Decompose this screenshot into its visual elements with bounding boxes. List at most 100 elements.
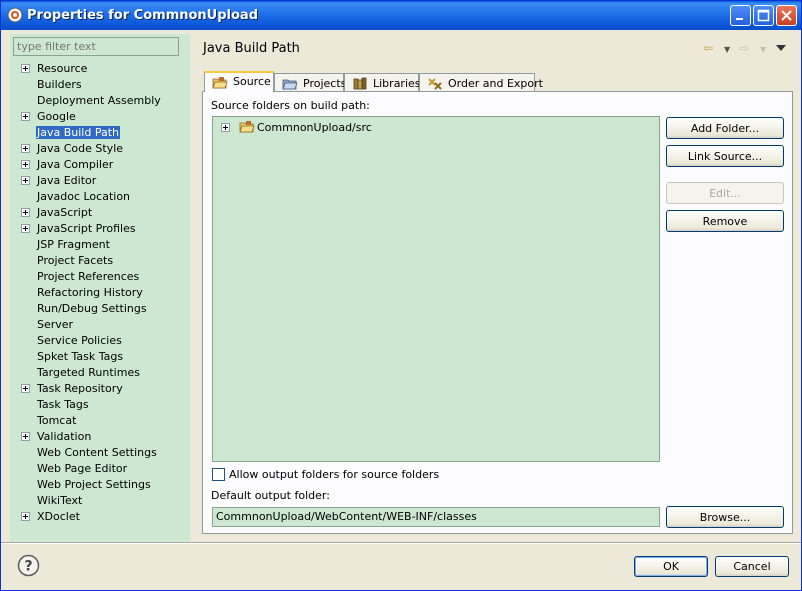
- allow-output-folders-label: Allow output folders for source folders: [229, 468, 440, 481]
- tree-item[interactable]: Web Project Settings: [10, 477, 190, 493]
- expand-toggle-icon[interactable]: [21, 112, 30, 121]
- browse-button[interactable]: Browse...: [666, 506, 784, 528]
- tree-item[interactable]: XDoclet: [10, 509, 190, 525]
- ok-button[interactable]: OK: [634, 556, 708, 577]
- tree-item-label: Resource: [37, 62, 88, 75]
- expand-toggle-icon[interactable]: [21, 384, 30, 393]
- tree-item-label: Deployment Assembly: [37, 94, 161, 107]
- tree-item[interactable]: Run/Debug Settings: [10, 301, 190, 317]
- tree-item[interactable]: JavaScript Profiles: [10, 221, 190, 237]
- tab-source-label: Source: [233, 75, 271, 88]
- tree-item-label: Run/Debug Settings: [37, 302, 147, 315]
- tree-item[interactable]: Refactoring History: [10, 285, 190, 301]
- default-output-folder-field[interactable]: CommnonUpload/WebContent/WEB-INF/classes: [212, 507, 660, 527]
- expand-toggle-icon[interactable]: [21, 144, 30, 153]
- maximize-button[interactable]: [753, 5, 774, 26]
- tree-item[interactable]: Targeted Runtimes: [10, 365, 190, 381]
- link-source-button[interactable]: Link Source...: [666, 145, 784, 167]
- tree-item[interactable]: Google: [10, 109, 190, 125]
- tab-projects[interactable]: Projects: [274, 73, 347, 92]
- tree-item[interactable]: Deployment Assembly: [10, 93, 190, 109]
- tree-item[interactable]: Validation: [10, 429, 190, 445]
- tree-item[interactable]: WikiText: [10, 493, 190, 509]
- footer-divider: [1, 542, 801, 544]
- tree-item-label: Web Page Editor: [37, 462, 128, 475]
- expand-toggle-icon[interactable]: [21, 160, 30, 169]
- tree-item[interactable]: Java Compiler: [10, 157, 190, 173]
- allow-output-folders-checkbox[interactable]: [212, 468, 225, 481]
- tree-item-label: Server: [37, 318, 74, 331]
- tab-source[interactable]: Source: [204, 71, 274, 92]
- tree-item[interactable]: Javadoc Location: [10, 189, 190, 205]
- tree-item-label: JavaScript Profiles: [37, 222, 136, 235]
- expand-toggle-icon[interactable]: [21, 176, 30, 185]
- view-menu-icon[interactable]: [776, 44, 786, 52]
- tree-item-label: Javadoc Location: [37, 190, 131, 203]
- default-output-folder-label: Default output folder:: [211, 489, 330, 502]
- expand-toggle-icon[interactable]: [21, 432, 30, 441]
- source-tab-panel: Source folders on build path: CommnonUpl…: [202, 91, 793, 534]
- title-bar[interactable]: Properties for CommnonUpload: [1, 1, 801, 30]
- forward-arrow-icon[interactable]: ⇨: [739, 41, 749, 55]
- list-item[interactable]: CommnonUpload/src: [217, 120, 617, 136]
- expand-toggle-icon[interactable]: [21, 208, 30, 217]
- tree-item-label: Task Repository: [37, 382, 123, 395]
- tree-item-label: Web Content Settings: [37, 446, 157, 459]
- preference-tree-panel: Resource Builders Deployment Assembly Googl…: [10, 34, 190, 542]
- tree-item[interactable]: Server: [10, 317, 190, 333]
- close-icon: [781, 10, 792, 21]
- tree-item-label: Spket Task Tags: [37, 350, 124, 363]
- edit-button[interactable]: Edit...: [666, 182, 784, 204]
- projects-folder-icon: [282, 79, 298, 90]
- tree-item[interactable]: Resource: [10, 61, 190, 77]
- tree-item-label: Java Editor: [37, 174, 97, 187]
- tree-item[interactable]: Java Editor: [10, 173, 190, 189]
- expand-toggle-icon[interactable]: [21, 512, 30, 521]
- remove-button[interactable]: Remove: [666, 210, 784, 232]
- tree-item[interactable]: JavaScript: [10, 205, 190, 221]
- tree-item[interactable]: Java Build Path: [10, 125, 190, 141]
- tree-item[interactable]: Project Facets: [10, 253, 190, 269]
- tree-item-label: Service Policies: [37, 334, 122, 347]
- tree-item-label: Project Facets: [37, 254, 114, 267]
- forward-dropdown-icon[interactable]: ▼: [760, 45, 766, 54]
- tree-item[interactable]: Task Repository: [10, 381, 190, 397]
- tree-item[interactable]: Web Content Settings: [10, 445, 190, 461]
- tree-item[interactable]: Service Policies: [10, 333, 190, 349]
- tree-item-label: Java Compiler: [37, 158, 114, 171]
- tab-order-export[interactable]: Order and Export: [419, 73, 543, 92]
- back-dropdown-icon[interactable]: ▼: [724, 45, 730, 54]
- tree-item[interactable]: Project References: [10, 269, 190, 285]
- tree-item[interactable]: Task Tags: [10, 397, 190, 413]
- cancel-button[interactable]: Cancel: [715, 556, 789, 577]
- tree-item[interactable]: Builders: [10, 77, 190, 93]
- minimize-icon: [736, 18, 743, 20]
- tree-item-label: Targeted Runtimes: [37, 366, 140, 379]
- tree-item[interactable]: Spket Task Tags: [10, 349, 190, 365]
- close-button[interactable]: [776, 5, 797, 26]
- maximize-icon: [757, 9, 770, 22]
- source-folder-icon: [212, 77, 228, 89]
- help-icon[interactable]: ?: [17, 554, 40, 577]
- filter-input[interactable]: [13, 37, 179, 56]
- tree-item-label: Web Project Settings: [37, 478, 151, 491]
- tab-libraries[interactable]: Libraries: [344, 73, 421, 92]
- tree-item[interactable]: Java Code Style: [10, 141, 190, 157]
- libraries-icon: [353, 77, 367, 90]
- minimize-button[interactable]: [730, 5, 751, 26]
- tab-projects-label: Projects: [303, 77, 347, 90]
- expand-toggle-icon[interactable]: [21, 224, 30, 233]
- tree-item[interactable]: JSP Fragment: [10, 237, 190, 253]
- tree-item-label: Google: [37, 110, 76, 123]
- tree-item[interactable]: Tomcat: [10, 413, 190, 429]
- tab-libraries-label: Libraries: [373, 77, 421, 90]
- expand-toggle-icon[interactable]: [221, 123, 230, 132]
- page-title: Java Build Path: [203, 41, 300, 56]
- expand-toggle-icon[interactable]: [21, 64, 30, 73]
- source-folder-label: CommnonUpload/src: [257, 121, 372, 134]
- tree-item-label: JavaScript: [37, 206, 93, 219]
- tree-item[interactable]: Web Page Editor: [10, 461, 190, 477]
- add-folder-button[interactable]: Add Folder...: [666, 117, 784, 139]
- source-folder-list[interactable]: CommnonUpload/src: [212, 116, 660, 462]
- back-arrow-icon[interactable]: ⇦: [703, 41, 713, 55]
